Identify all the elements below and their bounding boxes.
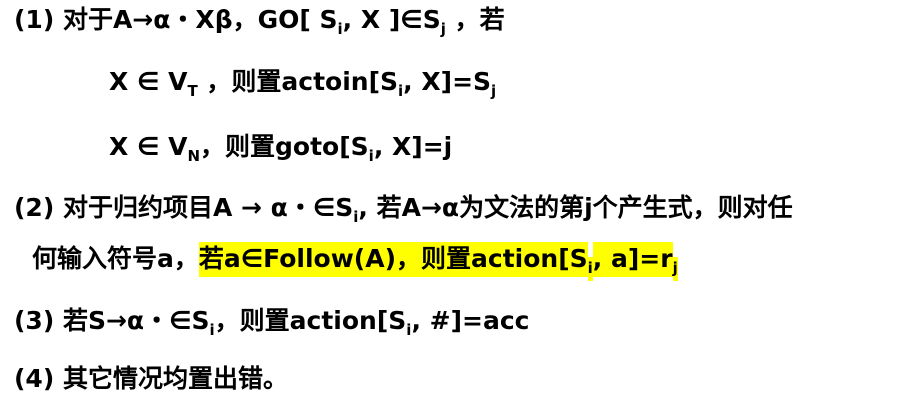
line-text: 其它情况均置出错。 (54, 364, 288, 393)
line-text: 对于A→α・Xβ，GO[ Si, X ]∈Sj ，若 (54, 5, 505, 37)
rule-label: (3) (14, 306, 55, 335)
rule-label: (4) (14, 364, 55, 393)
line-rule-1-vt: X ∈ VT ，则置actoin[Si, X]=Sj (109, 66, 496, 99)
line-text: 对于归约项目A → α・∈Si, 若A→α为文法的第j个产生式，则对任 (54, 193, 793, 225)
subscript: T (187, 82, 198, 100)
subscript: i (587, 257, 593, 281)
text-segment: ，则置action[S (214, 306, 407, 335)
subscript: j (491, 82, 497, 100)
text-segment: ，则置actoin[S (197, 67, 399, 96)
text-segment: X ∈ V (109, 132, 188, 161)
rule-label: (2) (14, 193, 55, 222)
text-segment: X ∈ V (109, 67, 188, 96)
text-segment: 若S→α・∈S (54, 306, 210, 335)
highlighted-text: 若a∈Follow(A)，则置action[S (198, 242, 588, 277)
line-text: 何输入符号a，若a∈Follow(A)，则置action[Si, a]=rj (32, 242, 678, 281)
line-text: X ∈ VN，则置goto[Si, X]=j (109, 132, 453, 164)
text-segment: 何输入符号a， (32, 244, 199, 273)
line-text: X ∈ VT ，则置actoin[Si, X]=Sj (109, 67, 496, 99)
text-segment: 对于A→α・Xβ，GO[ S (54, 5, 338, 34)
line-rule-2-cont: 何输入符号a，若a∈Follow(A)，则置action[Si, a]=rj (32, 242, 678, 281)
line-rule-4: (4) 其它情况均置出错。 (14, 363, 288, 395)
text-segment: ，若 (445, 5, 505, 34)
highlighted-text: , a]=r (592, 242, 673, 277)
text-segment: , #]=acc (411, 306, 530, 335)
subscript: N (187, 147, 201, 165)
line-rule-1: (1) 对于A→α・Xβ，GO[ Si, X ]∈Sj ，若 (14, 4, 505, 37)
text-segment: 对于归约项目A → α・∈S (54, 193, 354, 222)
line-rule-2: (2) 对于归约项目A → α・∈Si, 若A→α为文法的第j个产生式，则对任 (14, 192, 793, 225)
line-rule-1-vn: X ∈ VN，则置goto[Si, X]=j (109, 131, 453, 164)
text-segment: , 若A→α为文法的第j个产生式，则对任 (358, 193, 793, 222)
text-segment: , X ]∈S (342, 5, 441, 34)
line-text: 若S→α・∈Si，则置action[Si, #]=acc (54, 306, 530, 338)
line-rule-3: (3) 若S→α・∈Si，则置action[Si, #]=acc (14, 305, 530, 338)
text-segment: ，则置goto[S (200, 132, 369, 161)
rule-label: (1) (14, 5, 55, 34)
text-segment: , X]=j (373, 132, 453, 161)
subscript: j (672, 257, 678, 281)
text-segment: 其它情况均置出错。 (54, 364, 288, 393)
text-segment: , X]=S (403, 67, 492, 96)
